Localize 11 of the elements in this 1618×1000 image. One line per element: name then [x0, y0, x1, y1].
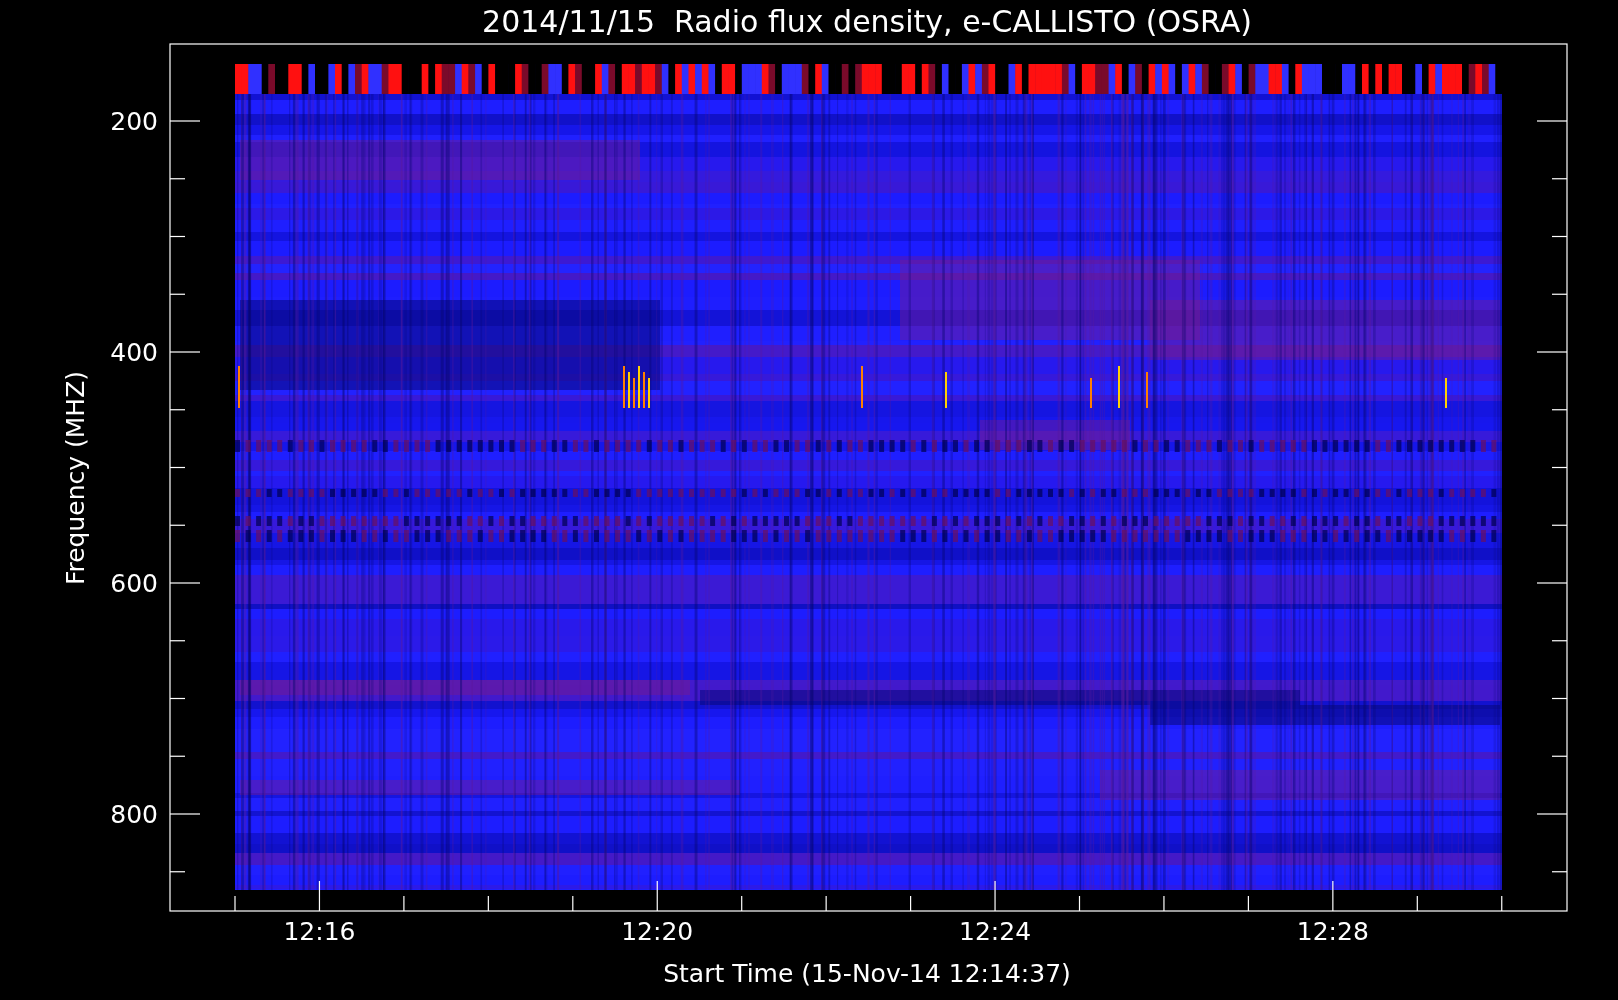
x-tick-label: 12:24 [959, 917, 1032, 946]
x-tick-label: 12:20 [621, 917, 694, 946]
x-tick-label: 12:16 [283, 917, 356, 946]
y-tick-label: 400 [110, 338, 158, 367]
y-axis-label: Frequency (MHZ) [61, 370, 90, 586]
y-tick-label: 600 [110, 569, 158, 598]
x-axis-label: Start Time (15-Nov-14 12:14:37) [663, 959, 1071, 988]
y-tick-label: 800 [110, 800, 158, 829]
y-tick-label: 200 [110, 107, 158, 136]
chart-title: 2014/11/15 Radio flux density, e-CALLISTO (OSRA) [482, 4, 1252, 39]
x-tick-label: 12:28 [1296, 917, 1369, 946]
